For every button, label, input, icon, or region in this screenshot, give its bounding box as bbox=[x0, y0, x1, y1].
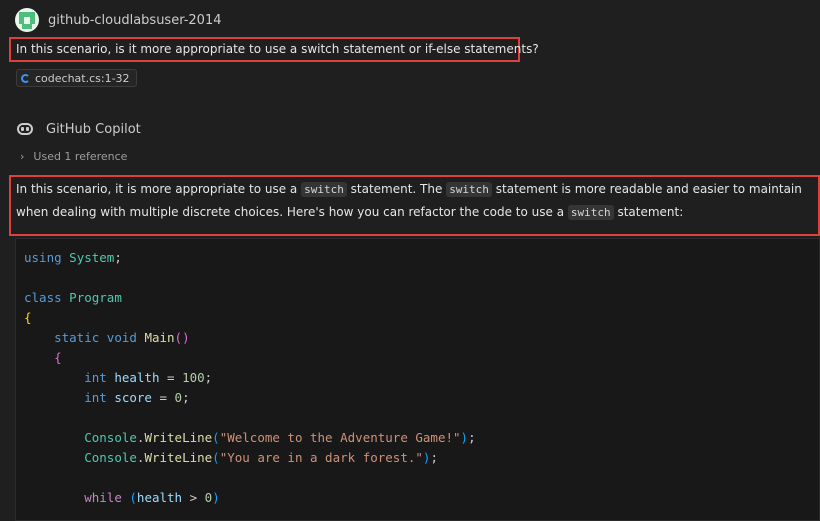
user-question: In this scenario, is it more appropriate… bbox=[9, 37, 539, 62]
code-token: 0 bbox=[174, 390, 183, 405]
code-line: int health = 100; bbox=[24, 368, 476, 388]
code-block[interactable]: using System; class Program { static void… bbox=[15, 238, 820, 521]
used-references-label: Used 1 reference bbox=[33, 150, 128, 163]
code-token: Main bbox=[144, 330, 175, 345]
csharp-file-icon bbox=[21, 73, 30, 83]
code-line: Console.WriteLine("You are in a dark for… bbox=[24, 448, 476, 468]
code-token: ; bbox=[114, 250, 122, 265]
code-token: WriteLine bbox=[144, 450, 213, 465]
code-token: while bbox=[84, 490, 122, 505]
code-token: ( bbox=[129, 490, 137, 505]
code-token: health bbox=[114, 370, 160, 385]
code-line: static void Main() bbox=[24, 328, 476, 348]
code-token: ( bbox=[212, 450, 220, 465]
code-token: ; bbox=[182, 390, 190, 405]
code-line: using System; bbox=[24, 248, 476, 268]
code-token: void bbox=[106, 330, 137, 345]
answer-text-1: In this scenario, it is more appropriate… bbox=[16, 182, 302, 196]
code-token: = bbox=[151, 390, 175, 405]
assistant-name: GitHub Copilot bbox=[46, 121, 141, 137]
user-header: github-cloudlabsuser-2014 bbox=[15, 7, 222, 33]
code-line: { bbox=[24, 348, 476, 368]
assistant-answer: In this scenario, it is more appropriate… bbox=[9, 175, 820, 236]
code-token: ; bbox=[468, 430, 476, 445]
code-token: score bbox=[114, 390, 152, 405]
code-token: static bbox=[54, 330, 100, 345]
inline-code-switch: switch bbox=[567, 205, 614, 220]
inline-code-switch: switch bbox=[301, 182, 347, 197]
code-token: Program bbox=[69, 290, 122, 305]
code-token: int bbox=[84, 390, 107, 405]
code-token: class bbox=[24, 290, 62, 305]
code-token: Console bbox=[84, 450, 137, 465]
code-token: using bbox=[24, 250, 62, 265]
code-token: = bbox=[159, 370, 183, 385]
code-token: ; bbox=[204, 370, 213, 385]
code-line: { bbox=[24, 308, 476, 328]
code-token: health bbox=[136, 490, 183, 505]
code-line: while (health > 0) bbox=[24, 488, 476, 508]
answer-text-2: statement. The bbox=[346, 182, 447, 196]
code-token: ) bbox=[460, 430, 469, 445]
code-token: 100 bbox=[182, 370, 205, 385]
code-token: "Welcome to the Adventure Game!" bbox=[219, 430, 461, 445]
inline-code-switch: switch bbox=[446, 182, 492, 197]
reference-chip-label: codechat.cs:1-32 bbox=[35, 71, 130, 85]
code-token: { bbox=[24, 310, 32, 325]
chevron-right-icon: › bbox=[20, 150, 25, 163]
user-avatar[interactable] bbox=[15, 8, 39, 32]
code-token: > bbox=[182, 490, 205, 505]
code-token: System bbox=[69, 250, 115, 265]
code-line: class Program bbox=[24, 288, 476, 308]
assistant-header: GitHub Copilot bbox=[16, 118, 141, 140]
code-token: int bbox=[84, 370, 107, 385]
code-token: ( bbox=[212, 430, 220, 445]
code-line: int score = 0; bbox=[24, 388, 476, 408]
code-lines: using System; class Program { static void… bbox=[24, 248, 476, 508]
copilot-icon bbox=[16, 120, 34, 138]
reference-chip[interactable]: codechat.cs:1-32 bbox=[16, 69, 137, 87]
code-token: "You are in a dark forest." bbox=[219, 450, 423, 465]
user-name: github-cloudlabsuser-2014 bbox=[48, 12, 222, 28]
code-token: Console bbox=[84, 430, 137, 445]
answer-text-4: statement: bbox=[613, 205, 684, 219]
code-token: ) bbox=[212, 490, 220, 505]
code-token: WriteLine bbox=[144, 430, 213, 445]
code-line: Console.WriteLine("Welcome to the Advent… bbox=[24, 428, 476, 448]
code-token: { bbox=[54, 350, 62, 365]
code-token: () bbox=[174, 330, 190, 345]
code-token: ; bbox=[430, 450, 438, 465]
used-references-toggle[interactable]: › Used 1 reference bbox=[20, 150, 127, 163]
